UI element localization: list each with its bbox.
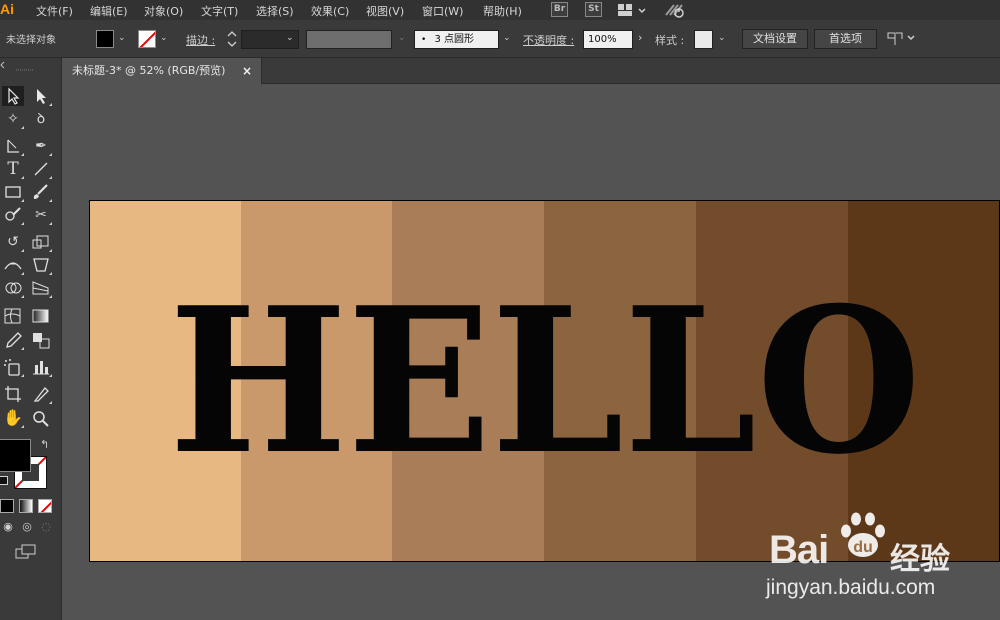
anchor-point-tool-icon[interactable]	[2, 136, 24, 156]
document-tab-bar: 未标题-3* @ 52% (RGB/预览) ×	[62, 58, 1000, 84]
baidu-paw-icon: du	[841, 512, 885, 557]
close-tab-icon[interactable]: ×	[242, 58, 252, 84]
menu-view[interactable]: 视图(V)	[366, 3, 404, 19]
fill-dropdown-icon[interactable]: ⌄	[118, 33, 126, 43]
preferences-button[interactable]: 首选项	[814, 29, 877, 49]
gradient-tool-icon[interactable]	[30, 306, 52, 326]
menu-select[interactable]: 选择(S)	[256, 3, 294, 19]
document-tab[interactable]: 未标题-3* @ 52% (RGB/预览) ×	[62, 58, 262, 84]
tools-panel: ✧ ꝺ ✒ T ✂ ↺ ✋ ↰ ◉ ◎ ◌	[0, 58, 62, 620]
scissors-tool-icon[interactable]: ✂	[30, 205, 52, 225]
gpu-performance-icon[interactable]	[664, 1, 688, 19]
zoom-tool-icon[interactable]	[30, 408, 52, 428]
magic-wand-tool-icon[interactable]: ✧	[2, 109, 24, 129]
stock-button[interactable]: St	[585, 2, 602, 17]
draw-inside-icon[interactable]: ◌	[38, 520, 54, 536]
panel-collapse-icon[interactable]	[0, 58, 62, 74]
paintbrush-tool-icon[interactable]	[30, 182, 52, 202]
brush-dropdown-icon[interactable]: ⌄	[503, 33, 511, 43]
default-fill-stroke-icon[interactable]	[0, 476, 8, 485]
svg-text:du: du	[853, 539, 873, 556]
watermark-brand-cn: 经验	[890, 542, 950, 577]
none-mode-icon[interactable]	[38, 499, 52, 513]
slice-tool-icon[interactable]	[30, 384, 52, 404]
stroke-dropdown-icon[interactable]: ⌄	[160, 33, 168, 43]
arrange-documents-icon[interactable]	[886, 30, 918, 48]
graphic-style-swatch[interactable]	[694, 30, 713, 49]
menu-bar: Ai 文件(F) 编辑(E) 对象(O) 文字(T) 选择(S) 效果(C) 视…	[0, 0, 1000, 20]
app-logo: Ai	[0, 1, 14, 17]
control-bar: 未选择对象 ⌄ ⌄ 描边 : ⌄ ⌄ • 3 点圆形 ⌄ 不透明度 : 100%…	[0, 20, 1000, 58]
hello-text[interactable]: HELLO	[169, 264, 921, 499]
width-tool-icon[interactable]	[2, 255, 24, 275]
opacity-label[interactable]: 不透明度 :	[523, 32, 574, 48]
stroke-weight-dropdown-icon[interactable]: ⌄	[286, 33, 294, 43]
menu-window[interactable]: 窗口(W)	[422, 3, 463, 19]
pen-tool-icon[interactable]: ✒	[30, 136, 52, 156]
style-dropdown-icon[interactable]: ⌄	[718, 33, 726, 43]
screen-mode-icon[interactable]	[14, 544, 38, 560]
watermark-url: jingyan.baidu.com	[766, 576, 936, 599]
stroke-label[interactable]: 描边 :	[186, 32, 215, 48]
menu-help[interactable]: 帮助(H)	[483, 3, 522, 19]
style-label: 样式 :	[655, 34, 685, 47]
menu-effect[interactable]: 效果(C)	[311, 3, 349, 19]
eyedropper-tool-icon[interactable]	[2, 330, 24, 350]
type-tool-icon[interactable]: T	[2, 159, 24, 179]
line-segment-tool-icon[interactable]	[30, 159, 52, 179]
color-mode-icon[interactable]	[0, 499, 14, 513]
mesh-tool-icon[interactable]	[2, 306, 24, 326]
bridge-button[interactable]: Br	[551, 2, 568, 17]
gradient-mode-icon[interactable]	[19, 499, 33, 513]
menu-object[interactable]: 对象(O)	[144, 3, 183, 19]
document-tab-title: 未标题-3* @ 52% (RGB/预览)	[72, 64, 226, 77]
hand-tool-icon[interactable]: ✋	[2, 408, 24, 428]
workspace-switcher-icon[interactable]	[617, 3, 647, 17]
profile-dropdown-icon[interactable]: ⌄	[398, 33, 406, 43]
draw-normal-icon[interactable]: ◉	[0, 520, 16, 536]
canvas-area[interactable]: HELLO Bai du 经验 jingyan.baidu.com	[62, 84, 1000, 620]
menu-file[interactable]: 文件(F)	[36, 3, 73, 19]
shape-builder-tool-icon[interactable]	[2, 278, 24, 298]
symbol-sprayer-tool-icon[interactable]	[2, 357, 24, 377]
menu-type[interactable]: 文字(T)	[201, 3, 238, 19]
selection-status: 未选择对象	[6, 35, 56, 46]
fill-color-box[interactable]	[0, 439, 31, 472]
baidu-watermark: Bai du 经验 jingyan.baidu.com	[762, 504, 992, 604]
rotate-tool-icon[interactable]: ↺	[2, 232, 24, 252]
document-setup-button[interactable]: 文档设置	[742, 29, 808, 49]
brush-definition-field[interactable]: • 3 点圆形	[414, 30, 499, 49]
blend-tool-icon[interactable]	[30, 330, 52, 350]
artboard-tool-icon[interactable]	[2, 384, 24, 404]
draw-behind-icon[interactable]: ◎	[19, 520, 35, 536]
opacity-field[interactable]: 100%	[583, 30, 633, 49]
rectangle-tool-icon[interactable]	[2, 182, 24, 202]
brush-definition-value: 3 点圆形	[434, 34, 475, 45]
scale-tool-icon[interactable]	[30, 232, 52, 252]
stroke-weight-stepper-icon[interactable]	[226, 29, 238, 49]
menu-edit[interactable]: 编辑(E)	[90, 3, 128, 19]
watermark-brand: Bai	[769, 528, 829, 572]
free-transform-tool-icon[interactable]	[30, 255, 52, 275]
shaper-tool-icon[interactable]	[2, 205, 24, 225]
column-graph-tool-icon[interactable]	[30, 357, 52, 377]
lasso-tool-icon[interactable]: ꝺ	[30, 109, 52, 129]
selection-tool-icon[interactable]	[2, 86, 24, 106]
brush-dot-icon: •	[421, 35, 427, 45]
opacity-slider-arrow-icon[interactable]: ›	[638, 31, 642, 44]
fill-color-swatch[interactable]	[96, 30, 114, 48]
variable-width-profile[interactable]	[306, 30, 392, 49]
stroke-color-swatch[interactable]	[138, 30, 156, 48]
direct-selection-tool-icon[interactable]	[30, 86, 52, 106]
perspective-grid-tool-icon[interactable]	[30, 278, 52, 298]
swap-fill-stroke-icon[interactable]: ↰	[40, 438, 49, 451]
